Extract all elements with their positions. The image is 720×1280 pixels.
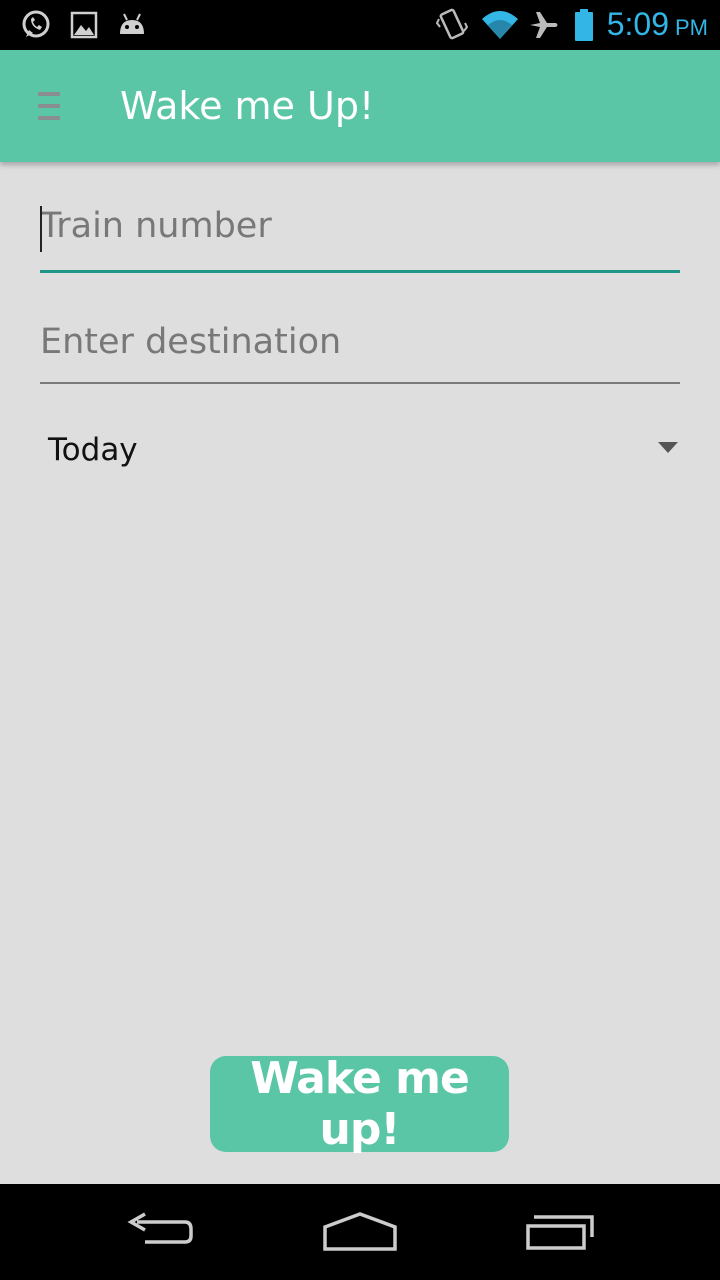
image-icon — [70, 0, 98, 50]
battery-icon — [574, 0, 594, 50]
dropdown-arrow-icon — [658, 442, 678, 453]
whatsapp-icon — [20, 0, 52, 50]
menu-icon[interactable] — [38, 92, 62, 124]
back-icon[interactable] — [100, 1184, 220, 1280]
day-select-value: Today — [48, 432, 138, 468]
wifi-icon — [480, 0, 520, 50]
airplane-icon — [528, 0, 560, 50]
app-bar: Wake me Up! — [0, 50, 720, 162]
destination-input[interactable] — [40, 322, 680, 362]
text-cursor — [40, 206, 42, 252]
vibrate-icon — [436, 0, 468, 50]
screen: 5:09 PM Wake me Up! Today Wake me up! — [0, 0, 720, 1280]
android-icon — [116, 0, 148, 50]
clock-ampm: PM — [675, 15, 708, 40]
navigation-bar — [0, 1184, 720, 1280]
clock-time: 5:09 — [606, 6, 669, 42]
destination-field[interactable] — [40, 322, 680, 384]
train-number-field[interactable] — [40, 206, 680, 273]
day-select[interactable]: Today — [40, 420, 680, 480]
status-bar: 5:09 PM — [0, 0, 720, 50]
app-title: Wake me Up! — [120, 84, 375, 128]
wake-me-up-button[interactable]: Wake me up! — [210, 1053, 509, 1155]
train-number-input[interactable] — [40, 206, 680, 246]
home-icon[interactable] — [300, 1184, 420, 1280]
recents-icon[interactable] — [502, 1184, 622, 1280]
clock: 5:09 PM — [607, 0, 708, 50]
